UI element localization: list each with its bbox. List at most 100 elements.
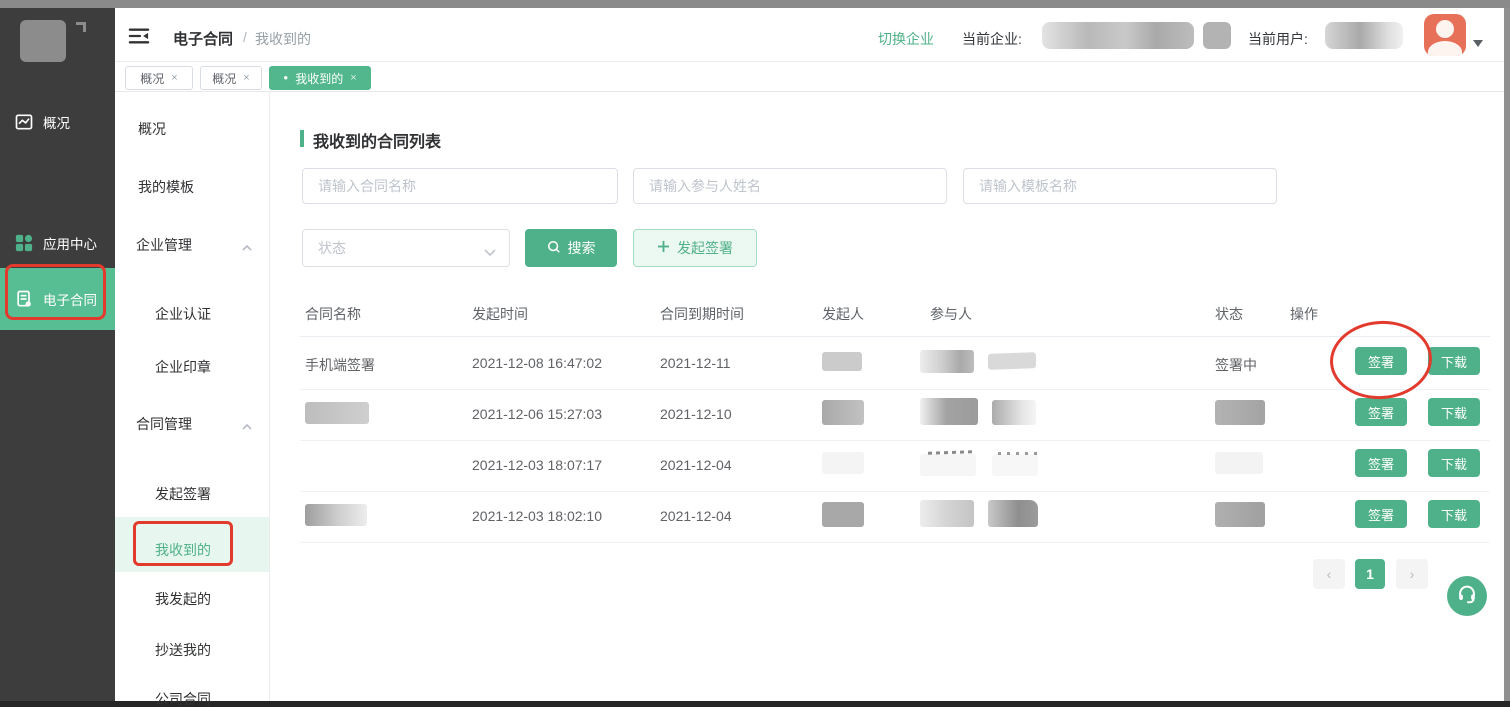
template-name-input[interactable] <box>963 168 1277 204</box>
download-button[interactable]: 下载 <box>1428 347 1480 375</box>
tab-close-icon[interactable]: × <box>350 72 356 84</box>
initiate-sign-button[interactable]: 发起签署 <box>633 229 757 267</box>
chevron-right-icon: › <box>1410 566 1415 582</box>
secondary-sidebar: 概况 我的模板 企业管理 企业认证 企业印章 合同管理 发起签署 我收到的 我发… <box>115 92 270 701</box>
initiate-sign-label: 发起签署 <box>677 238 733 258</box>
tab-overview-1[interactable]: 概况 × <box>125 66 193 90</box>
faint-smudge <box>998 452 1038 455</box>
tab-close-icon[interactable]: × <box>243 72 249 84</box>
pagination-page-1[interactable]: 1 <box>1355 559 1385 589</box>
main-content: 我收到的合同列表 状态 搜索 发起签署 合同名称 发起时间 合同到期时间 发起人… <box>270 92 1504 701</box>
annotation-box-received <box>133 521 233 566</box>
col-start-time: 发起时间 <box>472 304 528 324</box>
sidebar-item-label: 应用中心 <box>43 233 97 253</box>
tab-close-icon[interactable]: × <box>171 72 177 84</box>
current-company-redacted <box>1042 22 1194 49</box>
window-right-edge <box>1504 8 1510 703</box>
chevron-down-icon <box>484 244 496 260</box>
cell-status-redacted <box>1215 452 1263 474</box>
chevron-left-icon: ‹ <box>1327 566 1332 582</box>
cell-initiator-redacted <box>822 502 864 527</box>
menu-company-seal[interactable]: 企业印章 <box>155 357 211 377</box>
cell-start-time: 2021-12-06 15:27:03 <box>472 406 602 422</box>
search-icon <box>547 240 561 257</box>
avatar[interactable] <box>1424 14 1466 56</box>
page-title: 我收到的合同列表 <box>313 128 441 152</box>
cell-expire-time: 2021-12-04 <box>660 508 732 524</box>
search-button-label: 搜索 <box>568 238 596 258</box>
window-top-edge <box>0 0 1510 8</box>
plus-icon <box>657 240 670 256</box>
status-select[interactable]: 状态 <box>302 229 510 267</box>
logo-mark <box>76 22 86 32</box>
cell-participant-redacted <box>920 500 974 527</box>
current-user-redacted <box>1325 22 1403 49</box>
breadcrumb-separator: / <box>243 29 247 45</box>
sign-button[interactable]: 签署 <box>1355 449 1407 477</box>
tab-received-active[interactable]: ● 我收到的 × <box>269 66 371 90</box>
sign-button[interactable]: 签署 <box>1355 347 1407 375</box>
col-initiator: 发起人 <box>822 304 864 324</box>
switch-company-link[interactable]: 切换企业 <box>878 29 934 49</box>
download-button[interactable]: 下载 <box>1428 398 1480 426</box>
col-contract-name: 合同名称 <box>305 304 361 324</box>
primary-sidebar: 概况 应用中心 电子合同 <box>0 8 115 701</box>
current-user-label: 当前用户: <box>1248 29 1308 49</box>
cell-status-redacted <box>1215 502 1265 527</box>
top-header: 电子合同 / 我收到的 切换企业 当前企业: 当前用户: <box>115 8 1504 62</box>
company-redacted-2 <box>1203 22 1231 49</box>
chevron-up-icon[interactable] <box>242 239 252 249</box>
row-divider <box>300 491 1490 492</box>
col-participants: 参与人 <box>930 304 972 324</box>
sidebar-item-label: 概况 <box>43 112 70 132</box>
cell-contract-name: 手机端签署 <box>305 355 375 375</box>
sign-button[interactable]: 签署 <box>1355 500 1407 528</box>
cell-expire-time: 2021-12-11 <box>660 355 731 371</box>
pagination-prev[interactable]: ‹ <box>1313 559 1345 589</box>
menu-company-mgmt[interactable]: 企业管理 <box>136 235 192 255</box>
table-header-divider <box>300 336 1490 337</box>
participant-name-input[interactable] <box>633 168 947 204</box>
chevron-up-icon[interactable] <box>242 418 252 428</box>
contract-name-input[interactable] <box>302 168 618 204</box>
menu-overview[interactable]: 概况 <box>138 119 166 139</box>
menu-my-templates[interactable]: 我的模板 <box>138 177 194 197</box>
tab-overview-2[interactable]: 概况 × <box>200 66 262 90</box>
cell-start-time: 2021-12-03 18:02:10 <box>472 508 602 524</box>
app-logo <box>20 20 66 62</box>
cell-expire-time: 2021-12-04 <box>660 457 732 473</box>
menu-contract-mgmt[interactable]: 合同管理 <box>136 414 192 434</box>
row-divider <box>300 389 1490 390</box>
annotation-box-econtract <box>5 264 106 320</box>
sign-button[interactable]: 签署 <box>1355 398 1407 426</box>
app-grid-icon <box>14 233 34 253</box>
line-chart-icon <box>14 112 34 132</box>
sidebar-item-app-center[interactable]: 应用中心 <box>0 226 115 260</box>
menu-initiated-by-me[interactable]: 我发起的 <box>155 589 211 609</box>
cell-participant-redacted <box>992 400 1036 425</box>
row-divider <box>300 542 1490 543</box>
cell-status: 签署中 <box>1215 355 1257 375</box>
sidebar-item-overview[interactable]: 概况 <box>0 105 115 139</box>
cell-initiator-redacted <box>822 400 864 425</box>
download-button[interactable]: 下载 <box>1428 449 1480 477</box>
menu-company-contracts[interactable]: 公司合同 <box>155 689 211 709</box>
page-number: 1 <box>1366 566 1374 582</box>
collapse-menu-icon[interactable] <box>128 26 150 51</box>
menu-initiate-sign[interactable]: 发起签署 <box>155 484 211 504</box>
download-button[interactable]: 下载 <box>1428 500 1480 528</box>
avatar-body <box>1428 41 1462 56</box>
pagination-next[interactable]: › <box>1396 559 1428 589</box>
row-divider <box>300 440 1490 441</box>
current-company-label: 当前企业: <box>962 29 1022 49</box>
customer-service-button[interactable] <box>1447 576 1487 616</box>
avatar-head <box>1436 20 1454 38</box>
menu-company-auth[interactable]: 企业认证 <box>155 304 211 324</box>
menu-cc-to-me[interactable]: 抄送我的 <box>155 640 211 660</box>
cell-name-redacted <box>305 402 369 424</box>
breadcrumb-root[interactable]: 电子合同 <box>173 28 233 49</box>
col-expire-time: 合同到期时间 <box>660 304 744 324</box>
search-button[interactable]: 搜索 <box>525 229 617 267</box>
caret-down-icon[interactable] <box>1473 34 1483 52</box>
cell-name-redacted <box>305 504 367 526</box>
